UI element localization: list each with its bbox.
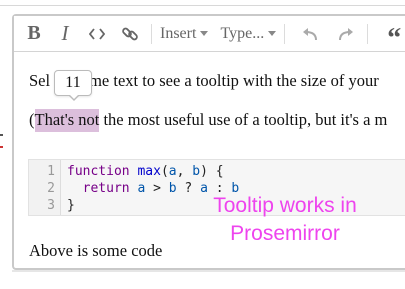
selected-text: That's not: [34, 109, 100, 132]
line-number: 1: [47, 164, 55, 179]
code-token: }: [67, 198, 75, 213]
code-token: b: [192, 164, 201, 179]
code-token: a: [168, 164, 177, 179]
code-token: b: [168, 181, 177, 196]
redo-button[interactable]: [330, 22, 362, 46]
annotation-line: Tooltip works in: [213, 194, 357, 217]
blockquote-button[interactable]: “: [379, 17, 405, 54]
editor-bottom-edge: [12, 270, 405, 272]
code-token: return: [82, 181, 130, 196]
top-divider: [0, 5, 405, 6]
link-icon: [122, 27, 138, 40]
code-line: function max(a, b) {: [67, 163, 239, 180]
insert-dropdown[interactable]: Insert: [157, 22, 211, 46]
code-token: >: [145, 181, 169, 196]
type-dropdown-label: Type...: [220, 24, 265, 42]
menu-separator: [284, 23, 286, 44]
paragraph: Above is some code: [29, 241, 162, 261]
line-number-gutter: 1 2 3: [29, 160, 61, 215]
edge-mark: [0, 146, 3, 148]
edge-mark: [0, 134, 3, 136]
bold-button[interactable]: B: [18, 22, 50, 46]
line-number: 3: [47, 198, 55, 213]
insert-dropdown-label: Insert: [160, 24, 197, 42]
paren-text: (: [29, 110, 35, 129]
tooltip-value: 11: [65, 74, 81, 91]
redo-icon: [339, 27, 354, 40]
chevron-down-icon: [268, 31, 277, 36]
link-button[interactable]: [114, 22, 146, 46]
annotation-text: Tooltip works in Prosemirror: [185, 192, 385, 248]
code-button[interactable]: [80, 22, 114, 46]
undo-button[interactable]: [294, 22, 326, 46]
code-token: function: [67, 164, 130, 179]
paragraph-text: the most useful use of a tooltip, but it…: [99, 110, 388, 129]
chevron-down-icon: [200, 31, 209, 36]
paragraph-text-start: Sel: [29, 71, 51, 90]
menu-separator: [367, 23, 369, 44]
menubar: B I Insert Type... “: [14, 16, 405, 54]
undo-icon: [303, 27, 318, 40]
page: B I Insert Type... “ Sel me text to see …: [0, 0, 405, 289]
code-token: max: [137, 164, 161, 179]
left-edge-marks: [0, 134, 4, 174]
code-token: ,: [176, 164, 193, 179]
paragraph-text-end: me text to see a tooltip with the size o…: [89, 71, 379, 90]
type-dropdown[interactable]: Type...: [217, 22, 279, 46]
paragraph-text: Above is some code: [29, 241, 163, 260]
selection-size-tooltip: 11: [54, 70, 92, 101]
code-token: (: [160, 164, 169, 179]
paragraph: (That's not the most useful use of a too…: [29, 109, 388, 132]
italic-button[interactable]: I: [50, 21, 80, 46]
annotation-line: Prosemirror: [230, 222, 340, 245]
code-icon: [89, 27, 105, 40]
menu-separator: [151, 23, 152, 44]
code-token: ) {: [200, 164, 224, 179]
line-number: 2: [47, 181, 55, 196]
